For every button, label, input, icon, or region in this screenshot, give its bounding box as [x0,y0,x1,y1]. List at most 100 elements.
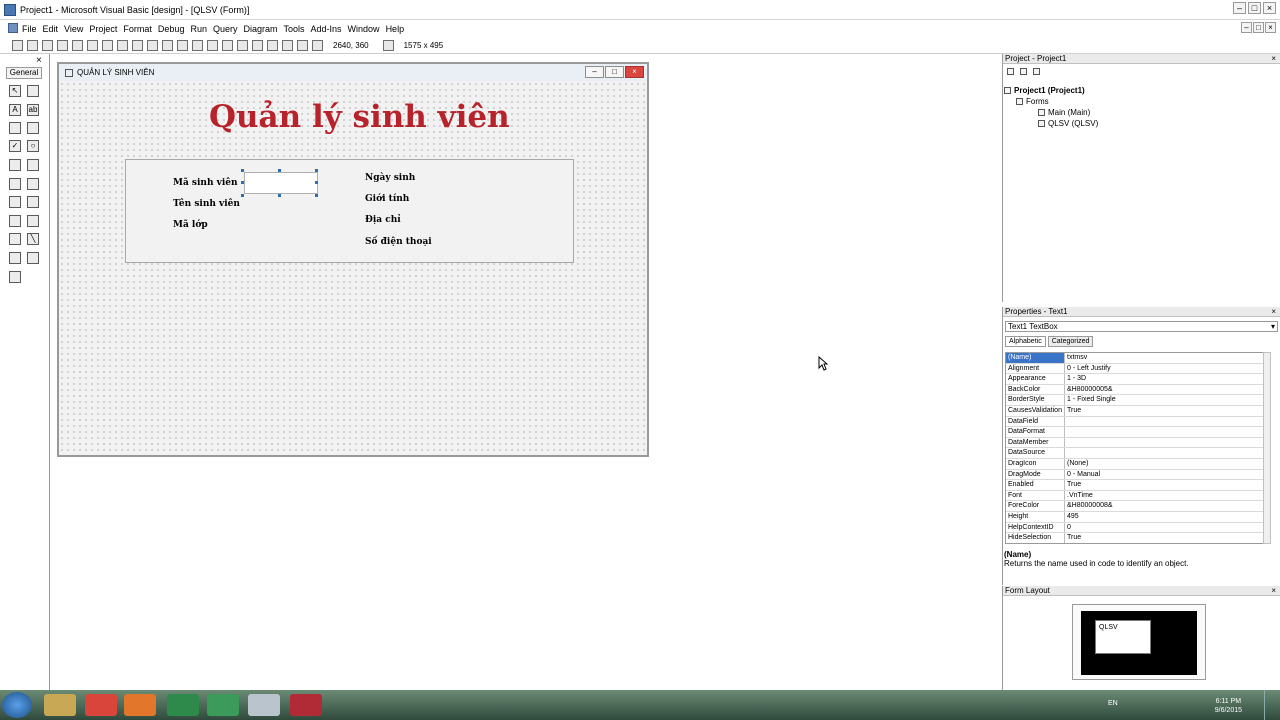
property-row[interactable]: Height 495 [1006,511,1269,523]
tree-item-qlsv[interactable]: QLSV (QLSV) [1004,118,1098,129]
start-icon[interactable] [177,39,188,51]
selection-handle[interactable] [241,169,244,172]
copy-icon[interactable] [102,39,113,51]
access-taskbar-icon[interactable] [290,694,322,716]
form-maximize-button[interactable]: □ [605,66,624,78]
class-id-label[interactable]: Mã lớp [173,220,208,230]
property-row[interactable]: DragIcon (None) [1006,458,1269,470]
open-project-icon[interactable] [57,39,68,51]
form-minimize-button[interactable]: – [585,66,604,78]
property-row[interactable]: Enabled True [1006,480,1269,491]
property-row[interactable]: BorderStyle 1 - Fixed Single [1006,395,1269,406]
property-row[interactable]: (Name) txtmsv [1006,353,1269,364]
student-name-label[interactable]: Tên sinh viên [173,199,240,209]
form-heading-label[interactable]: Quản lý sinh viên [209,99,510,135]
selection-handle[interactable] [315,181,318,184]
property-value[interactable]: .VnTime [1065,491,1269,501]
menu-diagram[interactable]: Diagram [243,24,277,34]
project-panel-close-icon[interactable]: × [1271,54,1276,64]
menu-file[interactable]: File [22,24,37,34]
menu-format[interactable]: Format [123,24,152,34]
property-value[interactable]: 1 - Fixed Single [1065,395,1269,405]
firefox-taskbar-icon[interactable] [124,694,156,716]
form-layout-close-icon[interactable]: × [1271,586,1276,596]
hscrollbar-tool-icon[interactable] [9,178,21,190]
break-icon[interactable] [192,39,203,51]
undo-icon[interactable] [147,39,158,51]
menu-help[interactable]: Help [386,24,405,34]
property-value[interactable] [1065,438,1269,448]
project-explorer-icon[interactable] [222,39,233,51]
menu-project[interactable]: Project [89,24,117,34]
properties-panel-close-icon[interactable]: × [1271,307,1276,317]
data-tool-icon[interactable] [27,252,39,264]
property-value[interactable]: 0 [1065,523,1269,533]
property-row[interactable]: BackColor &H80000005& [1006,384,1269,396]
property-row[interactable]: Appearance 1 - 3D [1006,374,1269,385]
show-desktop-button[interactable] [1264,690,1280,720]
toggle-folders-icon[interactable] [1033,67,1040,75]
optionbutton-tool-icon[interactable]: ○ [27,140,39,152]
dirlistbox-tool-icon[interactable] [9,215,21,227]
visual-basic-taskbar-icon[interactable] [248,694,280,716]
menu-editor-icon[interactable] [42,39,53,51]
selection-handle[interactable] [241,181,244,184]
property-value[interactable] [1065,427,1269,437]
property-value[interactable] [1065,417,1269,427]
form-position-preview[interactable]: QLSV [1095,620,1151,654]
checkbox-tool-icon[interactable]: ✓ [9,140,21,152]
property-value[interactable]: True [1065,533,1269,543]
tree-item-forms[interactable]: Forms [1004,96,1098,107]
timer-tool-icon[interactable] [9,196,21,208]
camtasia-taskbar-icon[interactable] [167,694,199,716]
view-object-icon[interactable] [1020,67,1027,75]
object-browser-icon[interactable] [267,39,278,51]
menu-debug[interactable]: Debug [158,24,185,34]
property-row[interactable]: CausesValidation True [1006,405,1269,417]
object-selector[interactable]: Text1 TextBox ▾ [1005,321,1278,332]
property-value[interactable]: &H80000005& [1065,385,1269,395]
mdi-system-icon[interactable] [8,23,18,33]
end-icon[interactable] [207,39,218,51]
image-tool-icon[interactable] [9,252,21,264]
view-code-icon[interactable] [1007,67,1014,75]
picturebox-tool-icon[interactable] [27,85,39,97]
menu-edit[interactable]: Edit [43,24,59,34]
student-info-frame[interactable]: Mã sinh viên Tên sinh viên Mã lớp Ngày s… [125,159,574,263]
tree-item-main[interactable]: Main (Main) [1004,107,1098,118]
property-row[interactable]: DataField [1006,416,1269,428]
property-value[interactable]: 1 - 3D [1065,374,1269,384]
language-indicator[interactable]: EN [1108,700,1118,707]
property-row[interactable]: Font .VnTime [1006,490,1269,502]
chrome-taskbar-icon[interactable] [85,694,117,716]
selection-handle[interactable] [278,194,281,197]
property-value[interactable]: &H80000008& [1065,501,1269,511]
form-close-button[interactable]: × [625,66,644,78]
vscrollbar-tool-icon[interactable] [27,178,39,190]
menu-view[interactable]: View [64,24,83,34]
explorer-taskbar-icon[interactable] [44,694,76,716]
drivelistbox-tool-icon[interactable] [27,196,39,208]
combobox-tool-icon[interactable] [9,159,21,171]
add-project-icon[interactable] [12,39,23,51]
selection-handle[interactable] [241,194,244,197]
toolbox-icon[interactable] [282,39,293,51]
pointer-tool-icon[interactable]: ↖ [9,85,21,97]
selection-handle[interactable] [315,194,318,197]
properties-window-icon[interactable] [237,39,248,51]
form-layout-icon[interactable] [252,39,263,51]
address-label[interactable]: Địa chỉ [365,215,401,225]
property-row[interactable]: DataMember [1006,437,1269,449]
save-project-icon[interactable] [72,39,83,51]
menu-window[interactable]: Window [348,24,380,34]
property-row[interactable]: HelpContextID 0 [1006,522,1269,534]
property-row[interactable]: DragMode 0 - Manual [1006,469,1269,481]
tab-alphabetic[interactable]: Alphabetic [1005,336,1046,347]
property-value[interactable]: True [1065,480,1269,490]
redo-icon[interactable] [162,39,173,51]
mdi-minimize-button[interactable]: – [1241,22,1252,33]
add-form-icon[interactable] [27,39,38,51]
maximize-button[interactable]: □ [1248,2,1261,14]
ole-tool-icon[interactable] [9,271,21,283]
system-clock[interactable]: 6:11 PM 9/6/2015 [1215,697,1242,715]
